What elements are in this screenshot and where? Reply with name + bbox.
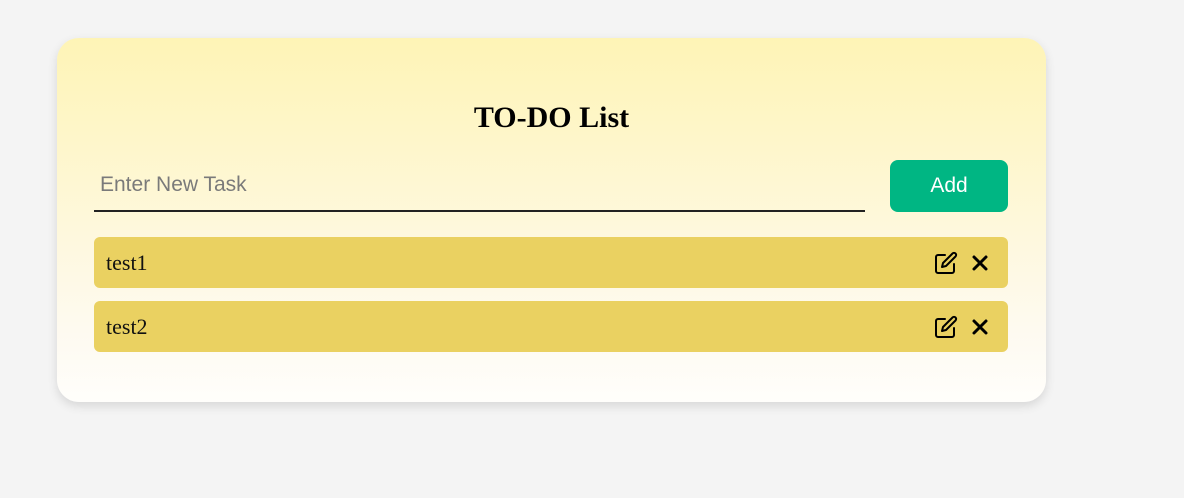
task-actions	[934, 315, 992, 339]
task-text: test2	[106, 313, 148, 339]
close-icon[interactable]	[968, 315, 992, 339]
edit-icon[interactable]	[934, 315, 958, 339]
edit-icon[interactable]	[934, 251, 958, 275]
task-item: test1	[94, 237, 1008, 288]
task-item: test2	[94, 301, 1008, 352]
task-actions	[934, 251, 992, 275]
todo-card: TO-DO List Add test1 test2	[57, 38, 1046, 402]
add-button[interactable]: Add	[890, 160, 1008, 212]
task-list: test1 test2	[94, 237, 1008, 365]
close-icon[interactable]	[968, 251, 992, 275]
page-title: TO-DO List	[473, 101, 630, 134]
task-text: test1	[106, 249, 148, 275]
new-task-input[interactable]	[94, 160, 865, 212]
